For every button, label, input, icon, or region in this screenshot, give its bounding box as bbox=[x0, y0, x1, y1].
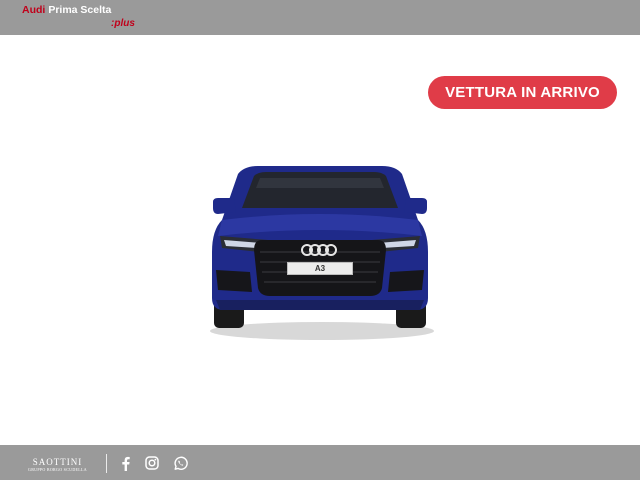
footer-divider bbox=[106, 454, 107, 473]
brand-prima-scelta-text: Prima Scelta bbox=[48, 4, 112, 16]
license-plate: A3 bbox=[287, 262, 353, 275]
brand-plus-text: :plus bbox=[111, 18, 135, 29]
car-image bbox=[210, 166, 434, 340]
instagram-icon[interactable] bbox=[144, 455, 160, 471]
listing-page: Audi Prima Scelta :plus VETTURA IN ARRIVO bbox=[0, 0, 640, 480]
license-plate-text: A3 bbox=[314, 264, 326, 273]
footer-bar: SAOTTINI GRUPPO BORGO SCUDELLA bbox=[0, 445, 640, 480]
whatsapp-icon[interactable] bbox=[172, 455, 188, 471]
brand-logo[interactable]: Audi Prima Scelta :plus bbox=[22, 4, 135, 29]
dealer-name: SAOTTINI bbox=[32, 457, 83, 467]
dealer-logo[interactable]: SAOTTINI GRUPPO BORGO SCUDELLA bbox=[20, 457, 95, 473]
dealer-subtitle: GRUPPO BORGO SCUDELLA bbox=[28, 467, 87, 472]
facebook-icon[interactable] bbox=[117, 455, 133, 471]
vettura-in-arrivo-badge: VETTURA IN ARRIVO bbox=[428, 76, 617, 109]
header-bar: Audi Prima Scelta :plus bbox=[0, 0, 640, 35]
brand-audi-text: Audi bbox=[22, 4, 46, 16]
